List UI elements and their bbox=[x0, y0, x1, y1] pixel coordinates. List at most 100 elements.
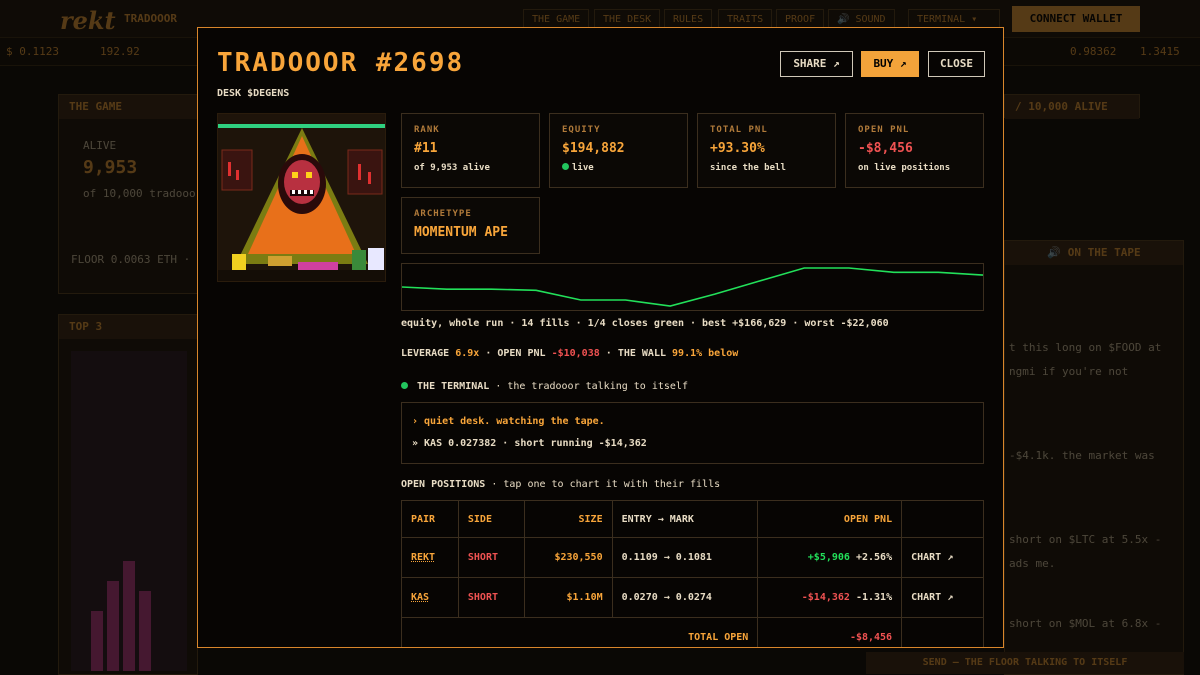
pair-cell[interactable]: REKT bbox=[401, 537, 459, 578]
total-open-value: -$8,456 bbox=[757, 617, 903, 647]
archetype-card: ARCHETYPE MOMENTUM APE bbox=[401, 197, 540, 254]
terminal-line: › quiet desk. watching the tape. bbox=[412, 416, 605, 427]
side-cell: SHORT bbox=[457, 537, 525, 578]
positions-table: PAIR SIDE SIZE ENTRY → MARK OPEN PNL REK… bbox=[400, 500, 984, 647]
send-button[interactable]: SEND — THE FLOOR TALKING TO ITSELF bbox=[866, 652, 1184, 674]
column-header-open-pnl: OPEN PNL bbox=[757, 500, 903, 538]
chart-button[interactable]: CHART ↗ bbox=[901, 577, 984, 618]
open-pnl-label: OPEN PNL bbox=[858, 125, 910, 135]
nav-sound[interactable]: 🔊 SOUND bbox=[828, 9, 895, 29]
desk-name: DESK $DEGENS bbox=[217, 88, 290, 99]
feed-line: short on $LTC at 5.5x - bbox=[1009, 533, 1162, 546]
nav-rules[interactable]: RULES bbox=[664, 9, 713, 29]
nav-terminal[interactable]: TERMINAL ▾ bbox=[908, 9, 1000, 29]
wall-value: 99.1% below bbox=[672, 348, 739, 359]
table-row[interactable]: KAS SHORT $1.10M 0.0270 → 0.0274 -$14,36… bbox=[401, 577, 984, 618]
feed-line: ngmi if you're not bbox=[1009, 365, 1129, 378]
archetype-value: MOMENTUM APE bbox=[414, 225, 508, 240]
leverage-value: 6.9x bbox=[455, 348, 480, 359]
connect-wallet-button[interactable]: CONNECT WALLET bbox=[1012, 6, 1140, 32]
equity-card: EQUITY $194,882 live bbox=[549, 113, 688, 188]
feed-line: ads me. bbox=[1009, 557, 1056, 570]
pair-cell[interactable]: KAS bbox=[401, 577, 459, 618]
equity-caption: equity, whole run · 14 fills · 1/4 close… bbox=[401, 318, 889, 329]
chart-button[interactable]: CHART ↗ bbox=[901, 537, 984, 578]
feed-line: -$4.1k. the market was bbox=[1009, 449, 1155, 462]
size-cell: $1.10M bbox=[523, 577, 613, 618]
positions-heading: OPEN POSITIONS · tap one to chart it wit… bbox=[401, 479, 720, 490]
alive-note: of 10,000 tradooors bbox=[83, 187, 209, 200]
total-pnl-card: TOTAL PNL +93.30% since the bell bbox=[697, 113, 836, 188]
wall-label: · THE WALL bbox=[605, 348, 666, 359]
open-pnl-card: OPEN PNL -$8,456 on live positions bbox=[845, 113, 984, 188]
terminal-box: › quiet desk. watching the tape. » KAS 0… bbox=[401, 402, 984, 464]
terminal-sub: · the tradooor talking to itself bbox=[495, 381, 688, 392]
total-empty-cell bbox=[901, 617, 984, 647]
close-button[interactable]: CLOSE bbox=[928, 51, 985, 77]
leaderboard-art bbox=[71, 351, 187, 671]
rank-note: of 9,953 alive bbox=[414, 163, 490, 173]
positions-sub: · tap one to chart it with their fills bbox=[491, 479, 721, 490]
game-panel: THE GAME ALIVE 9,953 of 10,000 tradooors… bbox=[58, 94, 210, 294]
avatar-art bbox=[218, 114, 385, 281]
open-pnl-value: -$8,456 bbox=[858, 141, 913, 156]
nav-traits[interactable]: TRAITS bbox=[718, 9, 773, 29]
bar-mark bbox=[123, 561, 135, 671]
table-header-row: PAIR SIDE SIZE ENTRY → MARK OPEN PNL bbox=[401, 500, 984, 538]
equity-label: EQUITY bbox=[562, 125, 601, 135]
total-pnl-value: +93.30% bbox=[710, 141, 765, 156]
terminal-status-dot-icon bbox=[401, 382, 408, 389]
equity-line bbox=[401, 267, 984, 307]
table-row[interactable]: REKT SHORT $230,550 0.1109 → 0.1081 +$5,… bbox=[401, 537, 984, 578]
bar-mark bbox=[91, 611, 103, 671]
entry-mark-cell: 0.0270 → 0.0274 bbox=[611, 577, 759, 618]
terminal-line: » KAS 0.027382 · short running -$14,362 bbox=[412, 438, 647, 449]
pnl-cell: -$14,362 -1.31% bbox=[757, 577, 903, 618]
top3-panel: TOP 3 bbox=[58, 314, 198, 675]
nav-the-game[interactable]: THE GAME bbox=[523, 9, 590, 29]
rank-card: RANK #11 of 9,953 alive bbox=[401, 113, 540, 188]
archetype-label: ARCHETYPE bbox=[414, 209, 472, 219]
column-header-size: SIZE bbox=[523, 500, 613, 538]
alive-value: 9,953 bbox=[83, 157, 138, 178]
pnl-cell: +$5,906 +2.56% bbox=[757, 537, 903, 578]
tradooor-avatar bbox=[217, 113, 386, 282]
ticker-item: 192.92 bbox=[100, 45, 140, 58]
rekt-logo[interactable]: rekt bbox=[60, 6, 116, 35]
terminal-heading: THE TERMINAL · the tradooor talking to i… bbox=[401, 381, 688, 392]
share-button[interactable]: SHARE ↗ bbox=[780, 51, 853, 77]
leverage-label: LEVERAGE bbox=[401, 348, 450, 359]
column-header-side: SIDE bbox=[457, 500, 525, 538]
ticker-item: 1.3415 bbox=[1140, 45, 1180, 58]
pnl-value: +$5,906 bbox=[807, 552, 850, 563]
feed-line: short on $MOL at 6.8x - bbox=[1009, 617, 1162, 630]
column-header-action bbox=[901, 500, 984, 538]
alive-counter: / 10,000 ALIVE bbox=[1005, 95, 1139, 119]
total-row: TOTAL OPEN -$8,456 bbox=[400, 617, 984, 647]
pnl-percent: -1.31% bbox=[855, 592, 893, 603]
nav-the-desk[interactable]: THE DESK bbox=[594, 9, 661, 29]
tape-header: 🔊 ON THE TAPE bbox=[1005, 241, 1183, 265]
buy-button[interactable]: BUY ↗ bbox=[861, 51, 919, 77]
column-header-pair: PAIR bbox=[401, 500, 459, 538]
bar-mark bbox=[139, 591, 151, 671]
alive-label: ALIVE bbox=[83, 139, 117, 152]
live-label: live bbox=[572, 163, 594, 173]
bar-mark bbox=[107, 581, 119, 671]
column-header-entry-mark: ENTRY → MARK bbox=[611, 500, 759, 538]
floor-price: FLOOR 0.0063 ETH · 24 bbox=[71, 253, 211, 266]
open-pnl-inline-label: · OPEN PNL bbox=[485, 348, 546, 359]
positions-title: OPEN POSITIONS bbox=[401, 479, 486, 490]
open-pnl-inline-value: -$10,038 bbox=[551, 348, 600, 359]
alive-counter-panel: / 10,000 ALIVE bbox=[1004, 94, 1140, 119]
brand-name: TRADOOOR bbox=[124, 12, 177, 25]
top3-header: TOP 3 bbox=[59, 315, 197, 339]
total-pnl-note: since the bell bbox=[710, 163, 786, 173]
total-open-label: TOTAL OPEN bbox=[400, 617, 759, 647]
nav-proof[interactable]: PROOF bbox=[776, 9, 825, 29]
tradooor-modal: TRADOOOR #2698 DESK $DEGENS SHARE ↗ BUY … bbox=[197, 27, 1004, 648]
game-panel-header: THE GAME bbox=[59, 95, 197, 119]
ticker-item: 0.98362 bbox=[1070, 45, 1117, 58]
feed-line: t this long on $FOOD at bbox=[1009, 341, 1162, 354]
equity-note: live bbox=[562, 163, 594, 173]
